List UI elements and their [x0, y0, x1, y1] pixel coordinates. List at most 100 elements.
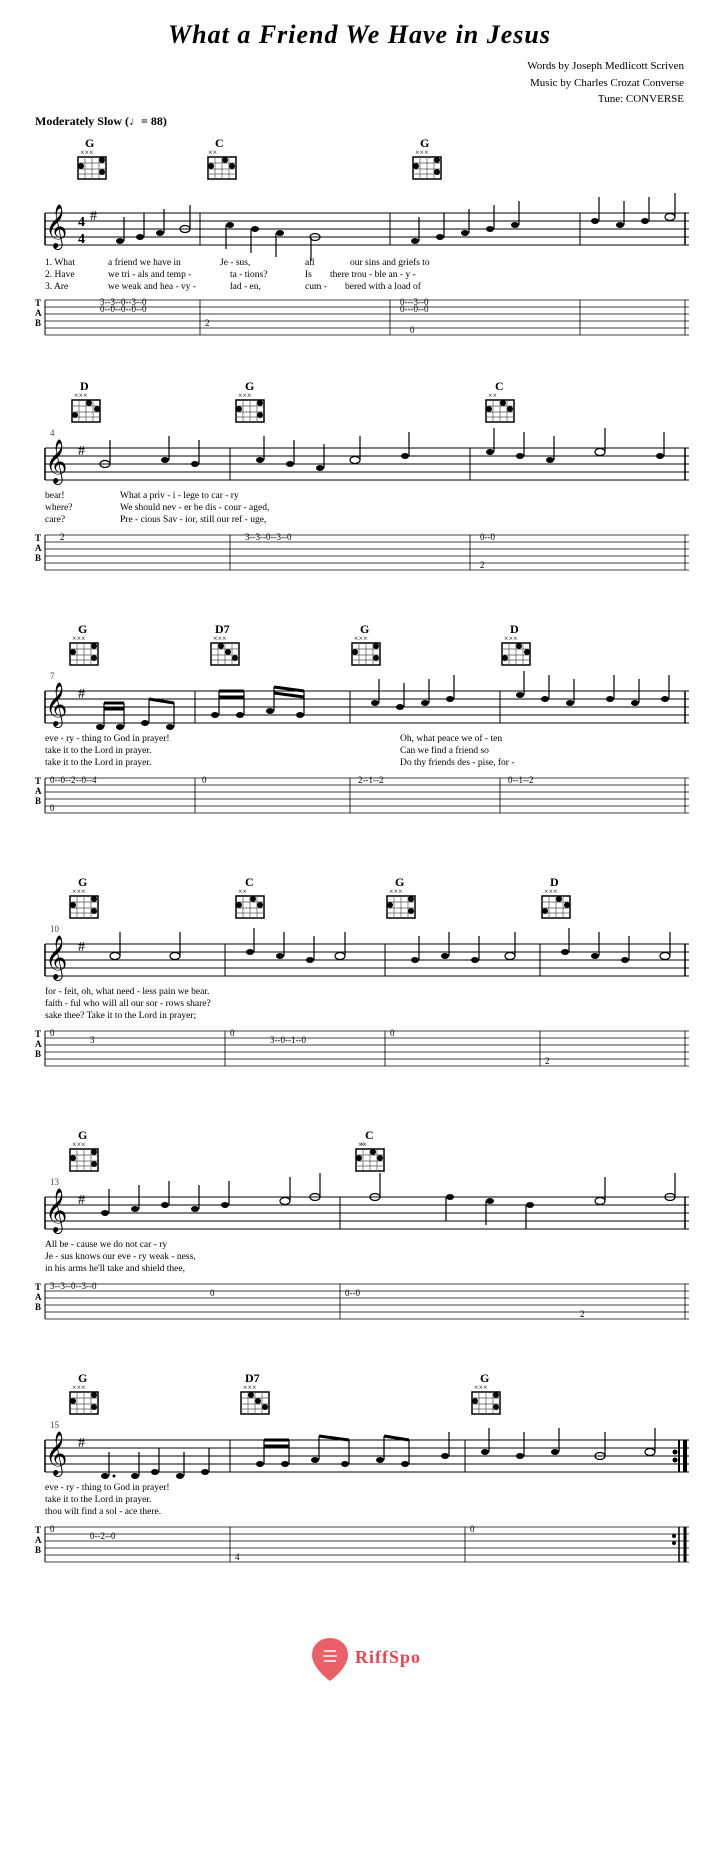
song-title: What a Friend We Have in Jesus [30, 20, 689, 50]
svg-text:thou wilt find a sol -: thou wilt find a sol - ace there. [45, 1506, 161, 1517]
attribution-line2: Music by Charles Crozat Converse [30, 75, 684, 92]
svg-text:×××: ××× [415, 148, 429, 157]
svg-text:faith - ful who will: faith - ful who will all our sor - rows … [45, 998, 211, 1009]
svg-text:×××: ××× [389, 887, 403, 896]
svg-text:B: B [35, 1049, 41, 1059]
svg-text:RiffSpot: RiffSpot [355, 1647, 420, 1667]
svg-text:we tri - als and temp -: we tri - als and temp - [108, 270, 191, 280]
svg-text:Do thy friends des - pise: Do thy friends des - pise, for - [400, 757, 515, 768]
svg-text:eve - ry - thing to God: eve - ry - thing to God in prayer! [45, 1483, 170, 1493]
svg-text:3--0--1--0: 3--0--1--0 [270, 1035, 306, 1045]
svg-text:cum -: cum - [305, 282, 327, 292]
svg-text:0---0--0: 0---0--0 [400, 304, 429, 314]
svg-text:take it to the Lord in: take it to the Lord in prayer. [45, 746, 151, 756]
svg-text:𝄞: 𝄞 [45, 1432, 67, 1477]
system-6-notation: G ××× D7 ××× [30, 1368, 689, 1613]
svg-text:0: 0 [202, 775, 207, 785]
svg-text:10: 10 [50, 924, 60, 934]
svg-text:B: B [35, 318, 41, 328]
svg-text:We should nev - er be d: We should nev - er be dis - cour - aged, [120, 503, 269, 513]
svg-text:×××: ××× [74, 391, 88, 400]
svg-text:2: 2 [480, 560, 485, 570]
svg-text:#: # [78, 444, 85, 459]
svg-text:A: A [35, 1039, 42, 1049]
system-4: G ××× C ×× [30, 872, 689, 1107]
svg-text:𝄞: 𝄞 [45, 440, 67, 485]
svg-text:A: A [35, 308, 42, 318]
svg-text:×××: ××× [504, 634, 518, 643]
svg-text:Is: Is [305, 270, 312, 280]
svg-text:in his arms he'll take: in his arms he'll take and shield thee, [45, 1264, 185, 1274]
svg-text:0: 0 [470, 1524, 475, 1534]
svg-text:sake thee? Take it: sake thee? Take it to the Lord in prayer… [45, 1011, 196, 1021]
svg-text:4: 4 [235, 1552, 240, 1562]
system-5-notation: G ××× C ×× [30, 1125, 689, 1350]
svg-text:4: 4 [50, 428, 55, 438]
svg-text:0: 0 [50, 1524, 55, 1534]
svg-text:Je - sus knows our eve -: Je - sus knows our eve - ry weak - ness, [45, 1252, 196, 1262]
svg-text:×××: ××× [72, 634, 86, 643]
svg-text:𝄞: 𝄞 [45, 205, 67, 250]
svg-text:2: 2 [545, 1056, 550, 1066]
svg-text:×××: ××× [72, 887, 86, 896]
svg-text:0--2--0: 0--2--0 [90, 1531, 116, 1541]
attribution: Words by Joseph Medlicott Scriven Music … [30, 58, 689, 108]
logo-container: RiffSpot [30, 1633, 689, 1698]
svg-text:What a priv - i - lege t: What a priv - i - lege to car - ry [120, 491, 239, 501]
svg-text:15: 15 [50, 1420, 60, 1430]
svg-text:all: all [305, 258, 315, 268]
svg-text:T: T [35, 1029, 41, 1039]
svg-text:#: # [90, 209, 97, 224]
attribution-line3: Tune: CONVERSE [30, 91, 684, 108]
svg-text:bered with a load of: bered with a load of [345, 281, 422, 292]
svg-text:bear!: bear! [45, 491, 65, 501]
svg-text:we weak and hea - vy -: we weak and hea - vy - [108, 282, 196, 292]
svg-text:A: A [35, 543, 42, 553]
svg-text:2: 2 [205, 318, 210, 328]
svg-text:care?: care? [45, 515, 65, 525]
svg-text:0: 0 [230, 1028, 235, 1038]
svg-text:A: A [35, 1535, 42, 1545]
svg-text:#: # [78, 940, 85, 955]
svg-text:B: B [35, 1302, 41, 1312]
system-4-notation: G ××× C ×× [30, 872, 689, 1107]
svg-text:3: 3 [90, 1035, 95, 1045]
svg-text:0: 0 [210, 1288, 215, 1298]
svg-text:Pre - cious Sav - ior, still: Pre - cious Sav - ior, still our ref - u… [120, 514, 266, 525]
svg-text:×××: ××× [474, 1383, 488, 1392]
svg-text:0--0: 0--0 [345, 1288, 360, 1298]
svg-text:T: T [35, 776, 41, 786]
svg-text:T: T [35, 298, 41, 308]
system-3: G ××× D7 ××× [30, 619, 689, 854]
svg-text:take it to the Lord in: take it to the Lord in prayer. [45, 758, 151, 768]
svg-text:B: B [35, 1545, 41, 1555]
svg-text:×××: ××× [72, 1383, 86, 1392]
svg-text:0--0--2--0--4: 0--0--2--0--4 [50, 775, 97, 785]
svg-text:×××: ××× [80, 148, 94, 157]
svg-text:#: # [78, 1436, 85, 1451]
system-2-notation: D ××× G ××× [30, 376, 689, 601]
svg-text:our sins and griefs to: our sins and griefs to [350, 257, 430, 268]
svg-text:a friend we have in: a friend we have in [108, 257, 181, 268]
svg-text:take it to the Lord: take it to the Lord in prayer. [45, 1495, 151, 1505]
svg-text:××: ×× [208, 148, 217, 157]
svg-text:4: 4 [78, 215, 85, 230]
svg-text:×××: ××× [354, 634, 368, 643]
svg-text:All be - cause we do n: All be - cause we do not car - ry [45, 1240, 167, 1250]
svg-text:0: 0 [50, 1028, 55, 1038]
svg-text:0: 0 [390, 1028, 395, 1038]
svg-text:A: A [35, 786, 42, 796]
svg-text:A: A [35, 1292, 42, 1302]
svg-text:2. Have: 2. Have [45, 270, 75, 280]
svg-text:×××: ××× [213, 634, 227, 643]
svg-text:where?: where? [45, 503, 72, 513]
svg-text:×: × [360, 1140, 365, 1149]
svg-text:×××: ××× [243, 1383, 257, 1392]
svg-text:0--0: 0--0 [480, 532, 495, 542]
system-2: D ××× G ××× [30, 376, 689, 601]
svg-text:2--1--2: 2--1--2 [358, 775, 384, 785]
svg-text:T: T [35, 1282, 41, 1292]
svg-text:Can we find a friend: Can we find a friend so [400, 745, 489, 756]
svg-text:𝄞: 𝄞 [45, 1189, 67, 1234]
svg-text:B: B [35, 553, 41, 563]
